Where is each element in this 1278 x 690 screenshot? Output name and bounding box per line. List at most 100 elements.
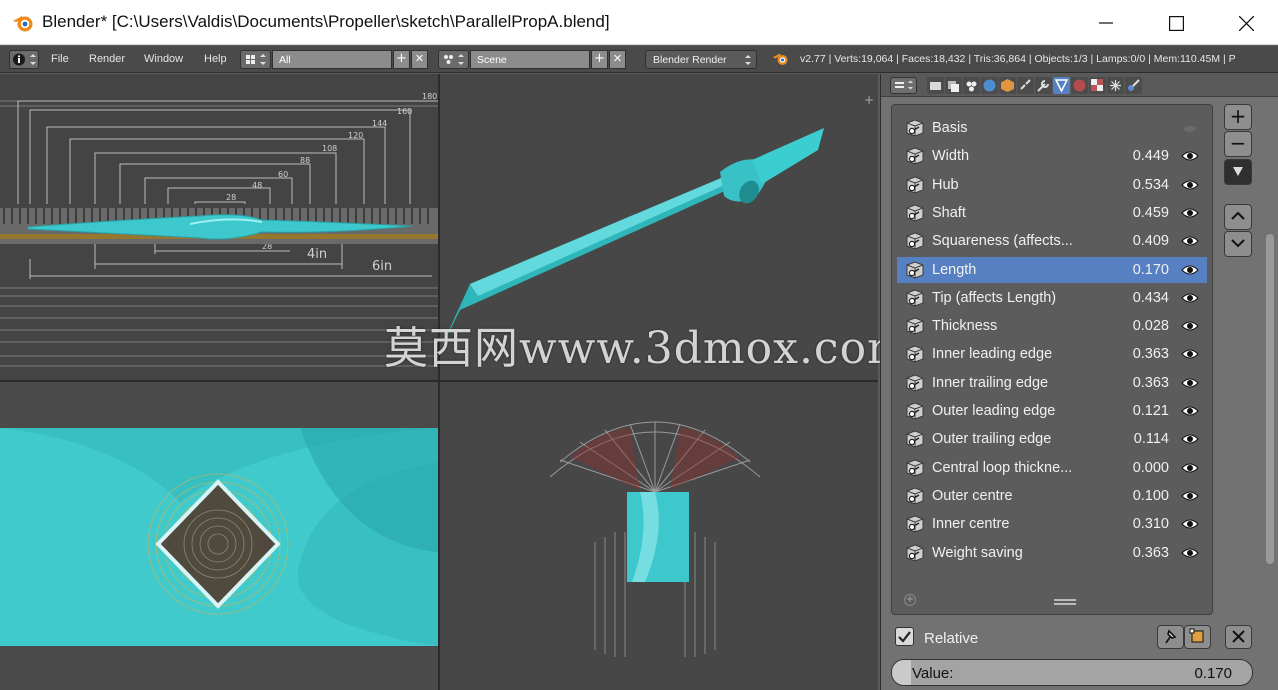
add-scene-button[interactable]: +	[591, 50, 608, 69]
shape-key-value[interactable]: 0.121	[1133, 403, 1169, 419]
viewport-plus-icon[interactable]: +	[864, 93, 874, 107]
shape-key-specials-button[interactable]	[1224, 159, 1252, 185]
shape-key-value-slider[interactable]: Value: 0.170	[891, 659, 1253, 686]
shape-key-row[interactable]: Inner centre 0.310	[897, 511, 1207, 537]
list-filter-plus-icon[interactable]: +	[904, 594, 916, 606]
shape-key-row[interactable]: Tip (affects Length) 0.434	[897, 285, 1207, 311]
shape-key-row[interactable]: Weight saving 0.363	[897, 540, 1207, 566]
eye-icon[interactable]	[1181, 206, 1199, 220]
eye-icon[interactable]	[1181, 517, 1199, 531]
remove-scene-button[interactable]: ✕	[609, 50, 626, 69]
shape-key-row[interactable]: Inner trailing edge 0.363	[897, 370, 1207, 396]
shape-key-value[interactable]: 0.100	[1133, 488, 1169, 504]
clear-shape-weights-button[interactable]	[1225, 625, 1252, 649]
eye-icon[interactable]	[1181, 546, 1199, 560]
tab-render-layers-icon[interactable]	[945, 77, 962, 94]
shape-key-row[interactable]: Thickness 0.028	[897, 313, 1207, 339]
shape-key-row[interactable]: Hub 0.534	[897, 172, 1207, 198]
mute-toggle-icon[interactable]	[1181, 121, 1199, 135]
shape-key-row[interactable]: Squareness (affects... 0.409	[897, 228, 1207, 254]
tab-texture-icon[interactable]	[1089, 77, 1106, 94]
shape-key-name: Thickness	[932, 318, 998, 335]
move-shape-key-up-button[interactable]	[1224, 204, 1252, 230]
dim-label: 160	[397, 107, 412, 116]
screen-layout-button[interactable]	[240, 50, 271, 69]
menu-window[interactable]: Window	[144, 53, 183, 65]
tab-object-icon[interactable]	[999, 77, 1016, 94]
add-shape-key-button[interactable]: +	[1224, 104, 1252, 130]
shape-key-value[interactable]: 0.000	[1133, 460, 1169, 476]
viewport-front[interactable]: 180 160 144 120 108 88 60 48 28 28 4in 6…	[0, 74, 438, 380]
shape-key-row[interactable]: Outer trailing edge 0.114	[897, 426, 1207, 452]
viewport-divider-v[interactable]	[438, 74, 440, 690]
shape-key-row[interactable]: Shaft 0.459	[897, 200, 1207, 226]
shape-key-value[interactable]: 0.028	[1133, 318, 1169, 334]
shape-key-value[interactable]: 0.409	[1133, 233, 1169, 249]
eye-icon[interactable]	[1181, 347, 1199, 361]
eye-icon[interactable]	[1181, 263, 1199, 277]
editor-type-button[interactable]	[9, 50, 39, 69]
shape-key-row[interactable]: Central loop thickne... 0.000	[897, 455, 1207, 481]
shape-key-value[interactable]: 0.310	[1133, 516, 1169, 532]
tab-particles-icon[interactable]	[1107, 77, 1124, 94]
viewport-side[interactable]	[440, 382, 878, 690]
menu-file[interactable]: File	[51, 53, 69, 65]
shape-key-value[interactable]: 0.170	[1133, 262, 1169, 278]
eye-icon[interactable]	[1181, 489, 1199, 503]
edit-mode-shape-button[interactable]	[1184, 625, 1211, 649]
shape-key-value[interactable]: 0.434	[1133, 290, 1169, 306]
close-button[interactable]	[1223, 8, 1269, 38]
move-shape-key-down-button[interactable]	[1224, 231, 1252, 257]
tab-render-camera-icon[interactable]	[927, 77, 944, 94]
shape-key-row[interactable]: Basis	[897, 115, 1207, 141]
eye-icon[interactable]	[1181, 404, 1199, 418]
eye-icon[interactable]	[1181, 178, 1199, 192]
render-engine-dropdown[interactable]: Blender Render	[645, 50, 757, 69]
eye-icon[interactable]	[1181, 376, 1199, 390]
shape-key-value[interactable]: 0.459	[1133, 205, 1169, 221]
shape-key-value[interactable]: 0.449	[1133, 148, 1169, 164]
relative-checkbox[interactable]	[895, 627, 914, 646]
shape-key-row[interactable]: Outer leading edge 0.121	[897, 398, 1207, 424]
shape-key-row[interactable]: Inner leading edge 0.363	[897, 341, 1207, 367]
viewport-divider-h[interactable]	[0, 380, 878, 382]
remove-layout-button[interactable]: ✕	[411, 50, 428, 69]
add-layout-button[interactable]: +	[393, 50, 410, 69]
scene-field[interactable]: Scene	[470, 50, 590, 69]
shape-key-value[interactable]: 0.363	[1133, 346, 1169, 362]
eye-icon[interactable]	[1181, 461, 1199, 475]
eye-icon[interactable]	[1181, 319, 1199, 333]
maximize-button[interactable]	[1153, 8, 1199, 38]
menu-help[interactable]: Help	[204, 53, 227, 65]
minimize-button[interactable]	[1083, 8, 1129, 38]
remove-shape-key-button[interactable]: −	[1224, 131, 1252, 157]
properties-scrollbar[interactable]	[1266, 234, 1274, 564]
tab-constraints-icon[interactable]	[1017, 77, 1034, 94]
shape-key-value[interactable]: 0.114	[1134, 431, 1169, 447]
list-resize-handle[interactable]	[1054, 599, 1076, 605]
menu-render[interactable]: Render	[89, 53, 125, 65]
screen-layout-field[interactable]: All	[272, 50, 392, 69]
viewport-top[interactable]	[0, 382, 438, 690]
properties-editor-type-button[interactable]	[890, 77, 917, 94]
shape-key-name: Outer leading edge	[932, 403, 1056, 419]
tab-physics-icon[interactable]	[1125, 77, 1142, 94]
eye-icon[interactable]	[1181, 291, 1199, 305]
eye-icon[interactable]	[1181, 432, 1199, 446]
dim-label: 180	[422, 92, 437, 101]
tab-material-icon[interactable]	[1071, 77, 1088, 94]
tab-modifiers-wrench-icon[interactable]	[1035, 77, 1052, 94]
shape-key-row[interactable]: Length 0.170	[897, 256, 1207, 283]
shape-key-row[interactable]: Width 0.449	[897, 143, 1207, 169]
tab-scene-icon[interactable]	[963, 77, 980, 94]
tab-data-mesh-icon[interactable]	[1053, 77, 1070, 94]
scene-selector-button[interactable]	[438, 50, 469, 69]
pin-shape-key-button[interactable]	[1157, 625, 1184, 649]
tab-world-icon[interactable]	[981, 77, 998, 94]
shape-key-value[interactable]: 0.363	[1133, 375, 1169, 391]
shape-key-value[interactable]: 0.363	[1133, 545, 1169, 561]
eye-icon[interactable]	[1181, 234, 1199, 248]
shape-key-value[interactable]: 0.534	[1133, 177, 1169, 193]
eye-icon[interactable]	[1181, 149, 1199, 163]
shape-key-row[interactable]: Outer centre 0.100	[897, 483, 1207, 509]
